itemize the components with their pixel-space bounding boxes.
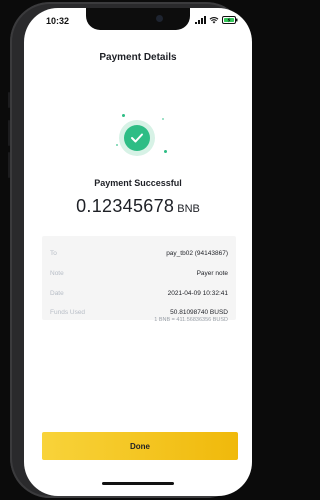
detail-label: Date [50,290,64,297]
amount-value: 0.12345678 [76,196,175,216]
app-screen: 10:32 Payment Details Payment Successful… [24,8,252,496]
decorative-dot [122,114,125,117]
exchange-rate: 1 BNB = 411.56836356 BUSD [154,317,228,323]
phone-frame: 10:32 Payment Details Payment Successful… [8,2,252,498]
battery-charging-icon [222,16,238,24]
home-indicator [102,482,174,485]
volume-button [8,120,10,146]
decorative-dot [116,144,118,146]
detail-value-group: 50.81098740 BUSD 1 BNB = 411.56836356 BU… [154,309,228,323]
decorative-dot [164,150,167,153]
decorative-dot [162,118,164,120]
done-button[interactable]: Done [42,432,238,460]
notch [86,8,190,30]
detail-label: Note [50,270,64,277]
checkmark-icon [131,133,143,143]
success-icon [119,120,155,156]
amount-currency: BNB [177,203,200,215]
detail-value: 50.81098740 BUSD [170,309,228,316]
detail-value: Payer note [196,270,228,277]
detail-row-funds-used: Funds Used 50.81098740 BUSD 1 BNB = 411.… [50,309,228,323]
volume-button [8,92,10,108]
wifi-icon [209,17,219,24]
detail-row-note: Note Payer note [50,270,228,277]
front-camera [156,15,163,22]
volume-button [8,152,10,178]
detail-value: pay_tb02 (94143867) [166,250,228,257]
status-time: 10:32 [46,16,70,26]
payment-status: Payment Successful [94,178,182,188]
detail-label: Funds Used [50,309,86,316]
status-icons [195,16,238,24]
detail-label: To [50,250,57,257]
signal-icon [195,16,206,24]
payment-amount: 0.12345678 BNB [24,196,252,217]
details-card: To pay_tb02 (94143867) Note Payer note D… [42,236,236,323]
page-title: Payment Details [99,52,177,63]
detail-value: 2021-04-09 10:32:41 [167,290,228,297]
detail-row-to: To pay_tb02 (94143867) [50,250,228,257]
detail-row-date: Date 2021-04-09 10:32:41 [50,290,228,297]
